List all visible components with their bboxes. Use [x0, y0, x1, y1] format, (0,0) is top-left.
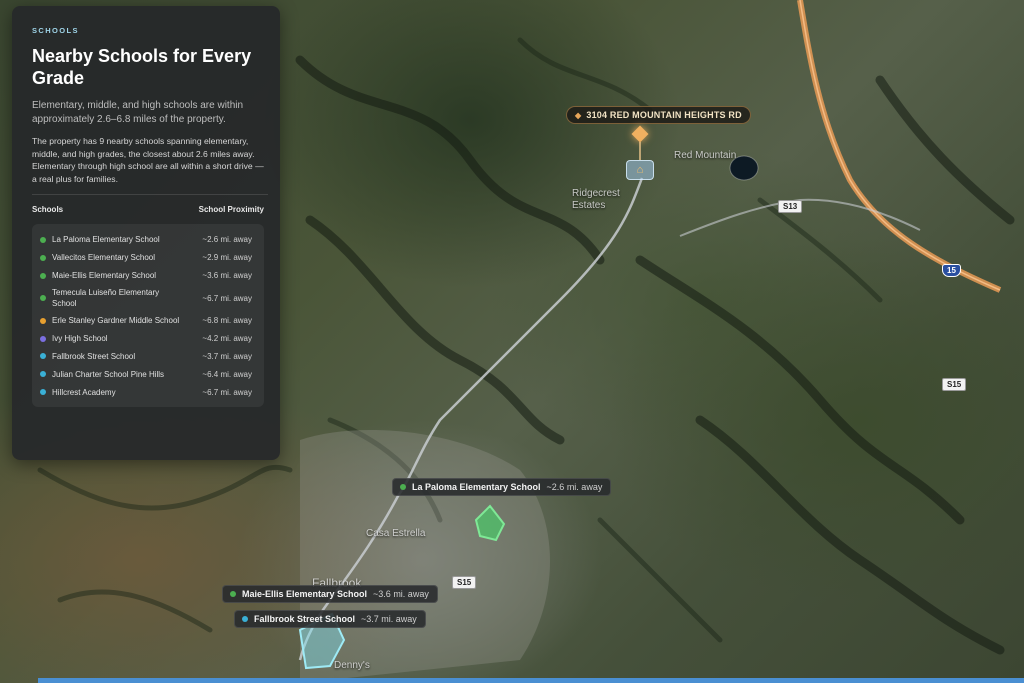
school-marker-dot — [242, 616, 248, 622]
school-name: Fallbrook Street School — [52, 351, 136, 361]
school-distance: ~3.6 mi. away — [202, 271, 252, 281]
school-name: Vallecitos Elementary School — [52, 253, 156, 263]
school-distance: ~2.6 mi. away — [202, 235, 252, 245]
school-type-dot — [40, 272, 46, 279]
panel-description: The property has 9 nearby schools spanni… — [32, 135, 268, 195]
school-row[interactable]: Vallecitos Elementary School ~2.9 mi. aw… — [40, 249, 256, 267]
column-header-proximity: School Proximity — [198, 205, 264, 214]
panel-subtitle: Elementary, middle, and high schools are… — [32, 100, 244, 125]
school-row[interactable]: Temecula Luiseño Elementary School ~6.7 … — [40, 285, 256, 312]
school-row[interactable]: Maie-Ellis Elementary School ~3.6 mi. aw… — [40, 267, 256, 285]
interstate-15-shield: 15 — [942, 264, 961, 277]
school-type-dot — [40, 317, 46, 324]
school-distance: ~6.4 mi. away — [202, 369, 252, 379]
school-row[interactable]: Erle Stanley Gardner Middle School ~6.8 … — [40, 312, 256, 330]
callout-school-name: Fallbrook Street School — [254, 614, 356, 624]
location-dot-icon: ◆ — [575, 110, 582, 120]
schools-table: La Paloma Elementary School ~2.6 mi. awa… — [32, 224, 264, 408]
place-label-ridgecrest: Ridgecrest Estates — [572, 188, 620, 211]
school-distance: ~2.9 mi. away — [202, 253, 252, 263]
school-distance: ~4.2 mi. away — [202, 334, 252, 343]
property-address-text: 3104 RED MOUNTAIN HEIGHTS RD — [586, 110, 742, 120]
school-type-dot — [40, 254, 46, 261]
school-distance: ~6.7 mi. away — [202, 387, 252, 397]
school-row[interactable]: La Paloma Elementary School ~2.6 mi. awa… — [40, 231, 256, 249]
map-callout-maie-ellis[interactable]: Maie-Ellis Elementary School ~3.6 mi. aw… — [222, 585, 438, 603]
place-label-casa-estrella: Casa Estrella — [366, 528, 426, 539]
school-name: Temecula Luiseño Elementary School — [52, 288, 160, 309]
school-row[interactable]: Ivy High School ~4.2 mi. away — [40, 330, 256, 348]
school-type-dot — [40, 236, 46, 243]
school-name: Ivy High School — [52, 334, 108, 343]
place-label-red-mountain: Red Mountain — [674, 150, 737, 161]
route-s15-shield-south: S15 — [452, 576, 477, 589]
school-name: Erle Stanley Gardner Middle School — [52, 316, 180, 326]
callout-school-name: Maie-Ellis Elementary School — [242, 589, 368, 599]
school-name: La Paloma Elementary School — [52, 235, 160, 245]
school-type-dot — [40, 353, 46, 360]
school-type-dot — [40, 371, 46, 378]
column-header-schools: Schools — [32, 205, 64, 214]
map-callout-fallbrook-street[interactable]: Fallbrook Street School ~3.7 mi. away — [234, 610, 426, 628]
map-callout-la-paloma[interactable]: La Paloma Elementary School ~2.6 mi. awa… — [392, 478, 612, 496]
school-name: Hillcrest Academy — [52, 387, 116, 397]
school-row[interactable]: Fallbrook Street School ~3.7 mi. away — [40, 347, 256, 365]
callout-school-name: La Paloma Elementary School — [412, 482, 541, 492]
school-row[interactable]: Julian Charter School Pine Hills ~6.4 mi… — [40, 365, 256, 383]
callout-school-distance: ~3.6 mi. away — [373, 589, 429, 599]
school-marker-dot — [230, 591, 236, 597]
school-distance: ~3.7 mi. away — [202, 351, 252, 361]
bottom-accent-bar — [38, 678, 1024, 683]
panel-title: Nearby Schools for Every Grade — [32, 46, 252, 88]
school-row[interactable]: Hillcrest Academy ~6.7 mi. away — [40, 383, 256, 401]
callout-school-distance: ~2.6 mi. away — [546, 482, 603, 492]
callout-school-distance: ~3.7 mi. away — [361, 614, 417, 624]
route-s13-shield: S13 — [778, 200, 803, 213]
home-icon[interactable]: ⌂ — [626, 160, 654, 180]
school-name: Julian Charter School Pine Hills — [52, 369, 165, 379]
school-distance: ~6.8 mi. away — [202, 316, 252, 326]
school-type-dot — [40, 389, 46, 396]
school-name: Maie-Ellis Elementary School — [52, 271, 157, 281]
place-label-dennys: Denny's — [334, 660, 370, 671]
property-address-label[interactable]: ◆ 3104 RED MOUNTAIN HEIGHTS RD — [566, 106, 751, 124]
schools-info-panel: SCHOOLS Nearby Schools for Every Grade E… — [12, 6, 280, 460]
route-s15-shield: S15 — [942, 378, 967, 391]
school-marker-dot — [400, 484, 406, 490]
property-pin-stem — [639, 142, 641, 160]
school-type-dot — [40, 295, 46, 302]
school-type-dot — [40, 335, 46, 342]
section-eyebrow: SCHOOLS — [32, 26, 79, 35]
school-distance: ~6.7 mi. away — [202, 293, 252, 303]
schools-table-header: Schools School Proximity — [32, 205, 264, 214]
